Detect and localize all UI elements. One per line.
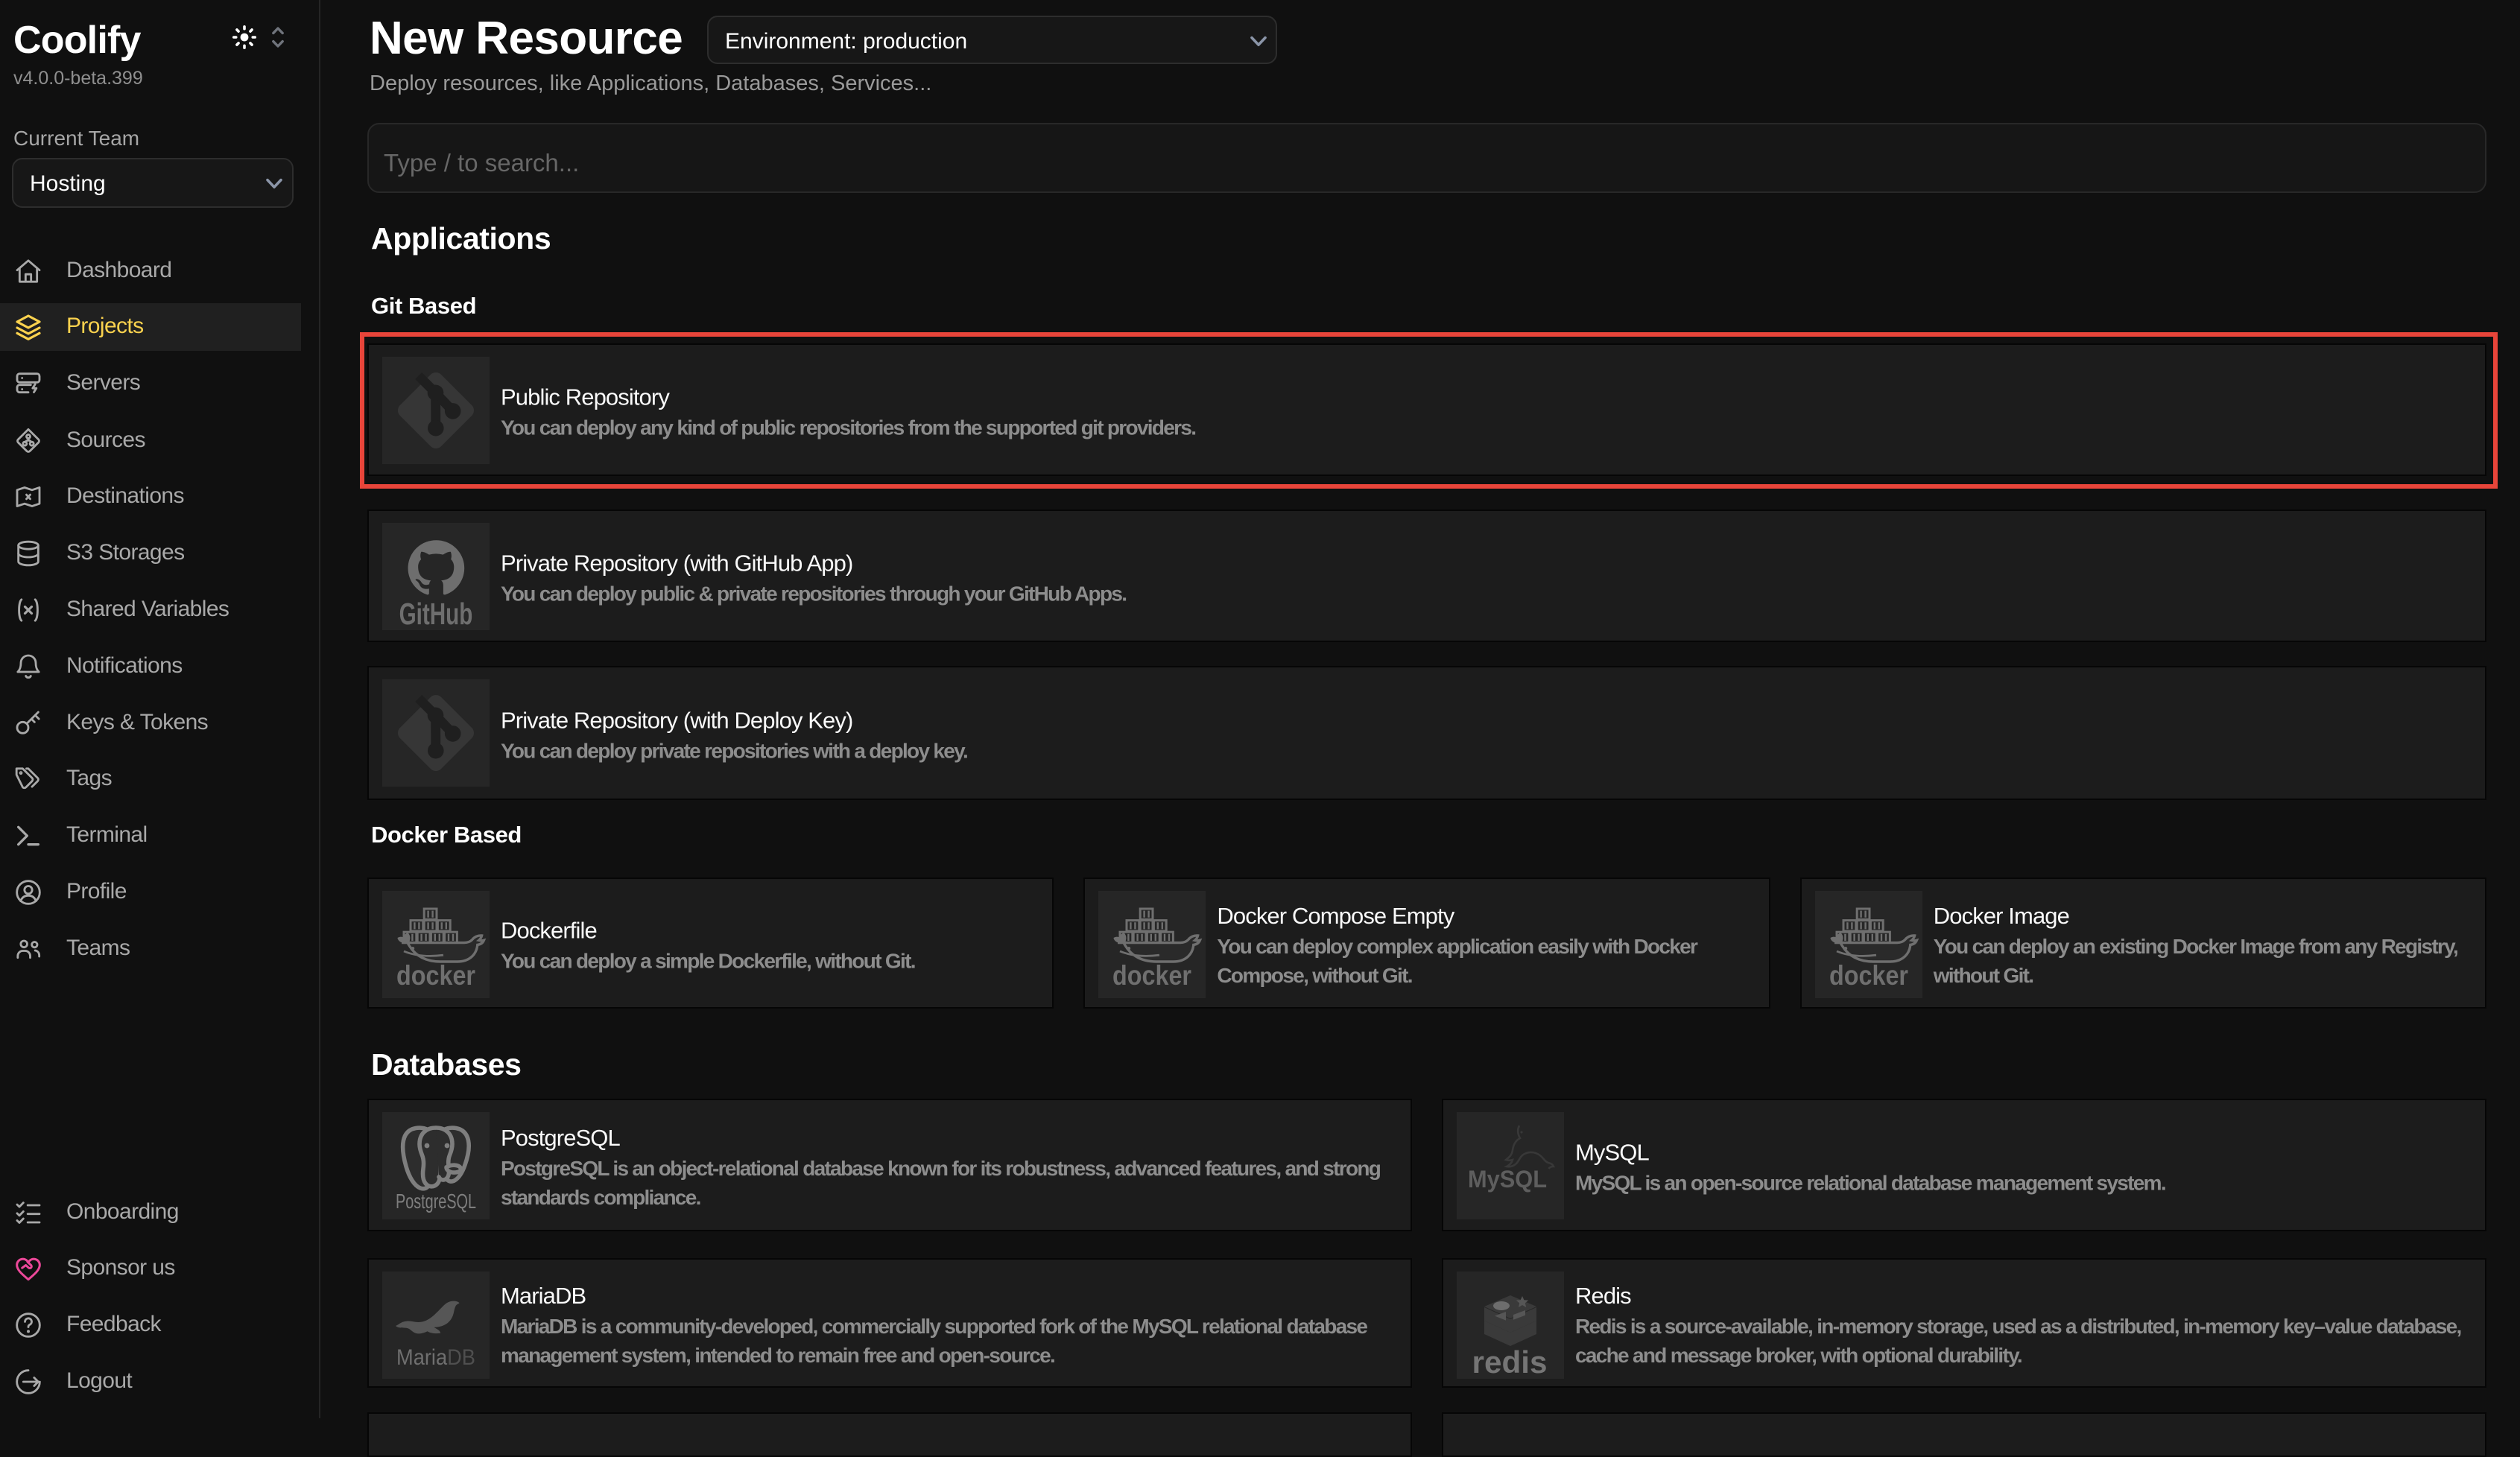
svg-text:PostgreSQL: PostgreSQL [396,1190,476,1213]
svg-text:MariaDB: MariaDB [396,1345,475,1370]
svg-text:docker: docker [396,960,475,991]
svg-text:redis: redis [1472,1345,1548,1379]
svg-text:docker: docker [1112,960,1191,991]
svg-text:MySQL: MySQL [1468,1166,1547,1193]
svg-text:GitHub: GitHub [399,597,473,630]
svg-text:docker: docker [1829,960,1908,991]
